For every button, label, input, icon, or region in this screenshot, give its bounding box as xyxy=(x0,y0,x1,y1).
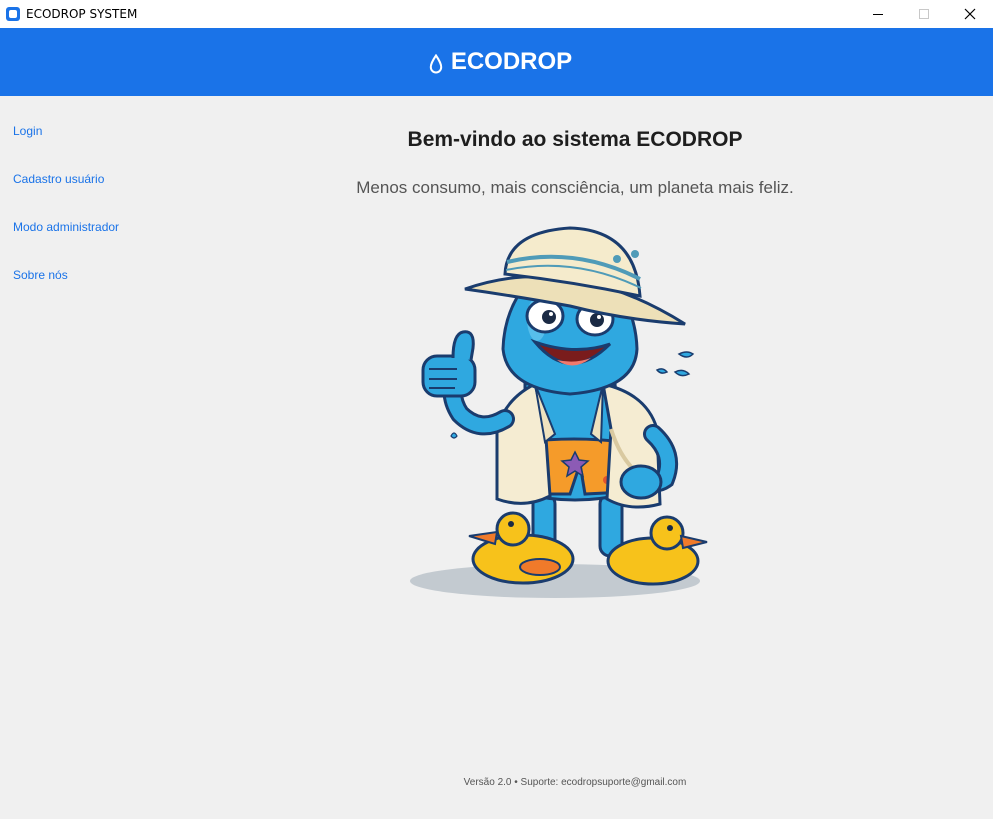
minimize-button[interactable] xyxy=(855,0,901,28)
close-icon xyxy=(964,8,976,20)
footer-version-support: Versão 2.0 • Suporte: ecodropsuporte@gma… xyxy=(463,777,687,788)
header-brand: ECODROP xyxy=(429,48,572,76)
minimize-icon xyxy=(873,14,883,15)
app-icon xyxy=(6,7,20,21)
tagline: Menos consumo, mais consciência, um plan… xyxy=(356,178,794,197)
window-controls xyxy=(855,0,993,28)
title-bar: ECODROP SYSTEM xyxy=(0,0,993,28)
main-content: Bem-vindo ao sistema ECODROP Menos consu… xyxy=(160,96,993,819)
header-title: ECODROP xyxy=(450,48,573,75)
app-header: ECODROP xyxy=(0,28,993,96)
close-button[interactable] xyxy=(947,0,993,28)
maximize-button[interactable] xyxy=(901,0,947,28)
sidebar-item-modo-administrador[interactable]: Modo administrador xyxy=(13,220,119,234)
window-title: ECODROP SYSTEM xyxy=(26,7,138,21)
sidebar-item-login[interactable]: Login xyxy=(13,124,42,138)
mascot-illustration xyxy=(410,226,708,598)
welcome-heading: Bem-vindo ao sistema ECODROP xyxy=(407,128,743,151)
maximize-icon xyxy=(919,9,929,19)
sidebar-item-sobre-nos[interactable]: Sobre nós xyxy=(13,268,68,282)
sidebar-item-cadastro-usuario[interactable]: Cadastro usuário xyxy=(13,172,104,186)
water-drop-icon xyxy=(429,54,443,74)
app-window: ECODROP SYSTEM ECODROP Login Cadastro us… xyxy=(0,0,993,819)
